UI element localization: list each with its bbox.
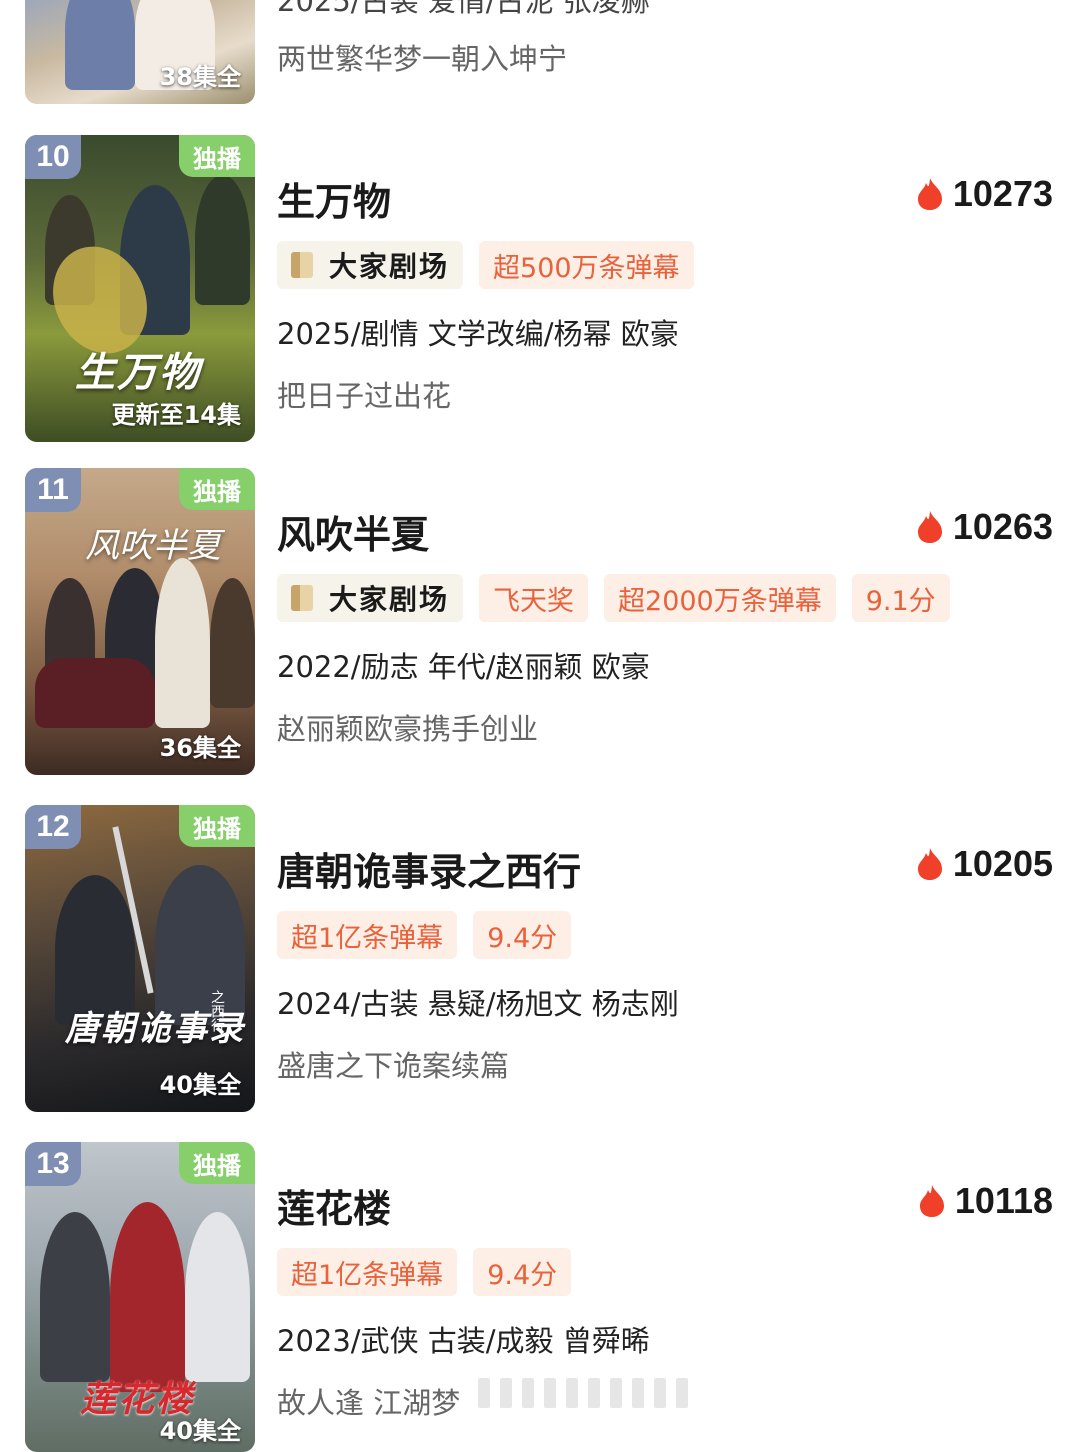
item-meta: 2023/武侠 古装/成毅 曾舜晞 (277, 1324, 650, 1358)
poster-image[interactable]: 10 独播 生万物 更新至14集 (25, 135, 255, 442)
exclusive-badge: 独播 (179, 805, 255, 847)
heat-score: 10118 (919, 1180, 1053, 1222)
flame-icon (919, 1185, 944, 1217)
poster-image[interactable]: 13 独播 莲花楼 40集全 (25, 1142, 255, 1452)
episode-count: 40集全 (159, 1417, 241, 1445)
heat-score: 10263 (917, 506, 1053, 548)
heat-value: 10273 (952, 173, 1053, 214)
poster-figure (210, 578, 255, 708)
theater-tag[interactable]: 大家剧场 (277, 574, 464, 622)
item-meta: 2025/剧情 文学改编/杨幂 欧豪 (277, 317, 679, 351)
item-slogan: 两世繁华梦一朝入坤宁 (277, 42, 568, 76)
heat-score: 10273 (917, 173, 1053, 215)
rank-badge: 13 (25, 1142, 81, 1186)
drama-ranking-list: 38集全 2025/古装 爱情/古泥 张凌赫 两世繁华梦一朝入坤宁 10 独播 … (0, 0, 1079, 1452)
poster-figure (110, 1202, 185, 1392)
poster-figure (195, 175, 250, 305)
poster-title-art: 生万物 (75, 349, 201, 396)
exclusive-badge: 独播 (179, 468, 255, 510)
tag-row: 超1亿条弹幕 9.4分 (277, 1248, 572, 1296)
book-icon (291, 585, 313, 611)
poster-image[interactable]: 12 独播 唐朝诡事录 之西行 40集全 (25, 805, 255, 1112)
flame-icon (917, 178, 942, 210)
theater-tag[interactable]: 大家剧场 (277, 241, 464, 289)
item-slogan: 故人逢 江湖梦 (277, 1386, 461, 1420)
book-icon (291, 252, 313, 278)
poster-figure (185, 1212, 250, 1382)
tag-row: 超1亿条弹幕 9.4分 (277, 911, 572, 959)
flame-icon (917, 511, 942, 543)
episode-count: 更新至14集 (111, 401, 241, 429)
heat-value: 10205 (952, 843, 1053, 884)
award-tag: 飞天奖 (479, 574, 589, 622)
watermark (478, 1378, 688, 1408)
item-title[interactable]: 风吹半夏 (277, 504, 429, 559)
item-slogan: 赵丽颖欧豪携手创业 (277, 712, 539, 746)
poster-subtitle-art: 之西行 (209, 990, 225, 1032)
poster-figure (40, 1212, 110, 1382)
motorcycle (35, 658, 155, 728)
item-title[interactable]: 唐朝诡事录之西行 (277, 841, 581, 896)
item-meta: 2022/励志 年代/赵丽颖 欧豪 (277, 650, 650, 684)
item-title[interactable]: 生万物 (277, 171, 391, 226)
heat-value: 10263 (952, 506, 1053, 547)
poster-figure (155, 558, 210, 728)
flame-icon (917, 848, 942, 880)
poster-image[interactable]: 38集全 (25, 0, 255, 104)
item-meta: 2024/古装 悬疑/杨旭文 杨志刚 (277, 987, 679, 1021)
danmaku-tag: 超1亿条弹幕 (277, 1248, 458, 1296)
score-tag: 9.4分 (473, 1248, 572, 1296)
item-title[interactable]: 莲花楼 (277, 1178, 391, 1233)
poster-image[interactable]: 风吹半夏 11 独播 36集全 (25, 468, 255, 775)
danmaku-tag: 超2000万条弹幕 (604, 574, 836, 622)
heat-score: 10205 (917, 843, 1053, 885)
tag-row: 大家剧场 飞天奖 超2000万条弹幕 9.1分 (277, 574, 950, 622)
rank-badge: 10 (25, 135, 81, 179)
poster-title-art: 风吹半夏 (85, 526, 221, 566)
danmaku-tag: 超500万条弹幕 (479, 241, 694, 289)
exclusive-badge: 独播 (179, 135, 255, 177)
tag-row: 大家剧场 超500万条弹幕 (277, 241, 694, 289)
item-slogan: 盛唐之下诡案续篇 (277, 1049, 510, 1083)
item-meta: 2025/古装 爱情/古泥 张凌赫 (277, 0, 650, 18)
episode-count: 40集全 (159, 1071, 241, 1099)
heat-value: 10118 (954, 1180, 1053, 1221)
score-tag: 9.4分 (473, 911, 572, 959)
poster-figure (65, 0, 135, 90)
item-slogan: 把日子过出花 (277, 379, 452, 413)
rank-badge: 11 (25, 468, 81, 512)
rank-badge: 12 (25, 805, 81, 849)
danmaku-tag: 超1亿条弹幕 (277, 911, 458, 959)
score-tag: 9.1分 (851, 574, 950, 622)
exclusive-badge: 独播 (179, 1142, 255, 1184)
episode-count: 36集全 (159, 734, 241, 762)
episode-count: 38集全 (159, 63, 241, 91)
